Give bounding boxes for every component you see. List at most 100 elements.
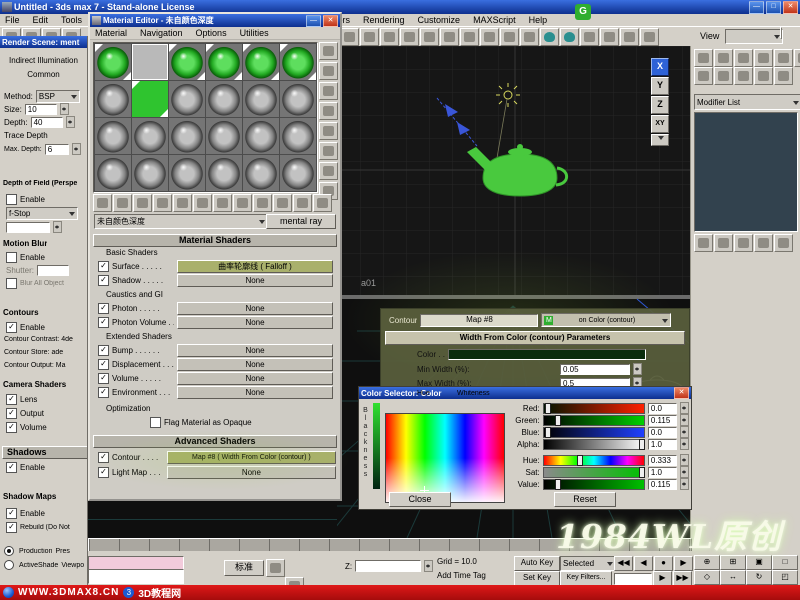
modifier-stack[interactable] [694,112,798,232]
output-checkbox[interactable]: ✓ [6,408,17,419]
depth-spinner[interactable] [66,116,75,128]
tab-utilities-icon[interactable] [794,49,800,67]
maximize-button[interactable]: □ [766,1,781,14]
material-shaders-rollout[interactable]: Material Shaders [93,234,337,247]
menu-maxscript[interactable]: MAXScript [468,14,521,26]
lock-selection-icon[interactable] [780,27,782,39]
close-color-button[interactable]: Close [389,492,451,507]
material-sample-slot[interactable] [169,81,205,117]
rotate-icon[interactable] [420,28,439,46]
reset-map-icon[interactable] [153,194,172,212]
z-coord-field[interactable] [355,560,421,572]
material-sample-slot[interactable] [132,155,168,191]
hue-whiteness-picker[interactable] [385,413,505,503]
size-spinner[interactable] [60,103,69,115]
show-end-result-icon[interactable] [253,194,272,212]
contour-map-name-field[interactable]: Map #8 [420,314,538,327]
activeshade-radio[interactable] [4,560,14,570]
depth-field[interactable]: 40 [31,117,63,128]
category-geometry-icon[interactable] [694,67,713,85]
category-shapes-icon[interactable] [714,67,733,85]
color-selector-close-button[interactable]: ✕ [674,387,689,399]
sat-slider[interactable] [543,467,645,478]
sat-field[interactable]: 1.0 [648,467,677,478]
axis-y-button[interactable]: Y [651,77,669,95]
zoom-extents-all-icon[interactable]: □ [772,555,798,570]
make-unique-icon[interactable] [734,234,753,252]
tab-modify-icon[interactable] [714,49,733,67]
site-name[interactable]: 3D教程网 [138,585,181,600]
material-sample-slot[interactable] [243,81,279,117]
max-depth-spinner[interactable] [72,143,81,155]
me-menu-options[interactable]: Options [191,27,232,39]
next-frame-button[interactable]: ▶ [653,571,672,586]
min-width-spinner[interactable] [633,363,642,375]
red-field[interactable]: 0.0 [648,403,677,414]
menu-file[interactable]: File [0,14,25,26]
select-object-icon[interactable] [340,28,359,46]
red-spinner[interactable] [680,402,689,414]
me-menu-utilities[interactable]: Utilities [235,27,274,39]
material-sample-slot[interactable] [206,81,242,117]
hue-slider[interactable] [543,455,645,466]
menu-edit[interactable]: Edit [28,14,54,26]
material-sample-slot[interactable] [280,118,316,154]
pin-stack-icon[interactable] [694,234,713,252]
site-url[interactable]: WWW.3DMAX8.CN [18,587,119,598]
material-sample-slot[interactable] [95,81,131,117]
quick-render-icon[interactable] [560,28,579,46]
material-sample-slot[interactable] [243,155,279,191]
alpha-field[interactable]: 1.0 [648,439,677,450]
menu-customize[interactable]: Customize [413,14,466,26]
fstop-spinner[interactable] [53,221,62,233]
material-sample-slot[interactable] [243,44,279,80]
shadow-checkbox[interactable]: ✓ [98,275,109,286]
shadows-rollout[interactable]: Shadows [2,446,88,459]
make-copy-icon[interactable] [173,194,192,212]
make-preview-icon[interactable] [319,142,338,160]
value-slider[interactable] [543,479,645,490]
put-material-icon[interactable] [113,194,132,212]
material-sample-slot-selected[interactable] [132,44,168,80]
align-icon[interactable] [520,28,539,46]
auto-key-button[interactable]: Auto Key [514,556,560,571]
tab-common[interactable]: Common [0,70,87,79]
set-key-button[interactable]: Set Key [514,571,560,586]
sample-type-icon[interactable] [319,42,338,60]
blue-spinner[interactable] [680,426,689,438]
background-icon[interactable] [319,82,338,100]
fstop-value-field[interactable] [6,222,50,233]
schematic-view-icon[interactable] [620,28,639,46]
red-slider[interactable] [543,403,645,414]
rebuild-checkbox[interactable]: ✓ [6,522,17,533]
assign-material-icon[interactable] [133,194,152,212]
render-scene-titlebar[interactable]: Render Scene: ment [0,36,87,48]
show-map-icon[interactable] [233,194,252,212]
green-slider[interactable] [543,415,645,426]
zoom-icon[interactable]: ⊕ [694,555,720,570]
z-coord-spinner[interactable] [424,560,433,572]
zoom-all-icon[interactable]: ⊞ [720,555,746,570]
volume-checkbox[interactable]: ✓ [98,373,109,384]
scale-icon[interactable] [440,28,459,46]
hue-spinner[interactable] [680,454,689,466]
lightmap-map-button[interactable]: None [167,466,336,479]
category-helpers-icon[interactable] [774,67,793,85]
green-spinner[interactable] [680,414,689,426]
pick-material-icon[interactable] [313,194,332,212]
go-to-end-button[interactable]: ▶▶ [673,571,692,586]
hue-field[interactable]: 0.333 [648,455,677,466]
go-to-start-button[interactable]: ◀◀ [614,556,633,571]
material-sample-slot[interactable] [169,44,205,80]
shadow-map-button[interactable]: None [177,274,333,287]
tab-display-icon[interactable] [774,49,793,67]
size-field[interactable]: 10 [25,104,57,115]
bump-map-button[interactable]: None [177,344,333,357]
contour-map-type-combo[interactable]: M on Color (contour) [541,313,671,327]
me-close-button[interactable]: ✕ [323,15,338,27]
volume-checkbox[interactable]: ✓ [6,422,17,433]
surface-map-button[interactable]: 曲率轮廓线 ( Falloff ) [177,260,333,273]
mirror-icon[interactable] [500,28,519,46]
current-frame-field[interactable] [614,573,652,585]
axis-x-button[interactable]: X [651,58,669,76]
